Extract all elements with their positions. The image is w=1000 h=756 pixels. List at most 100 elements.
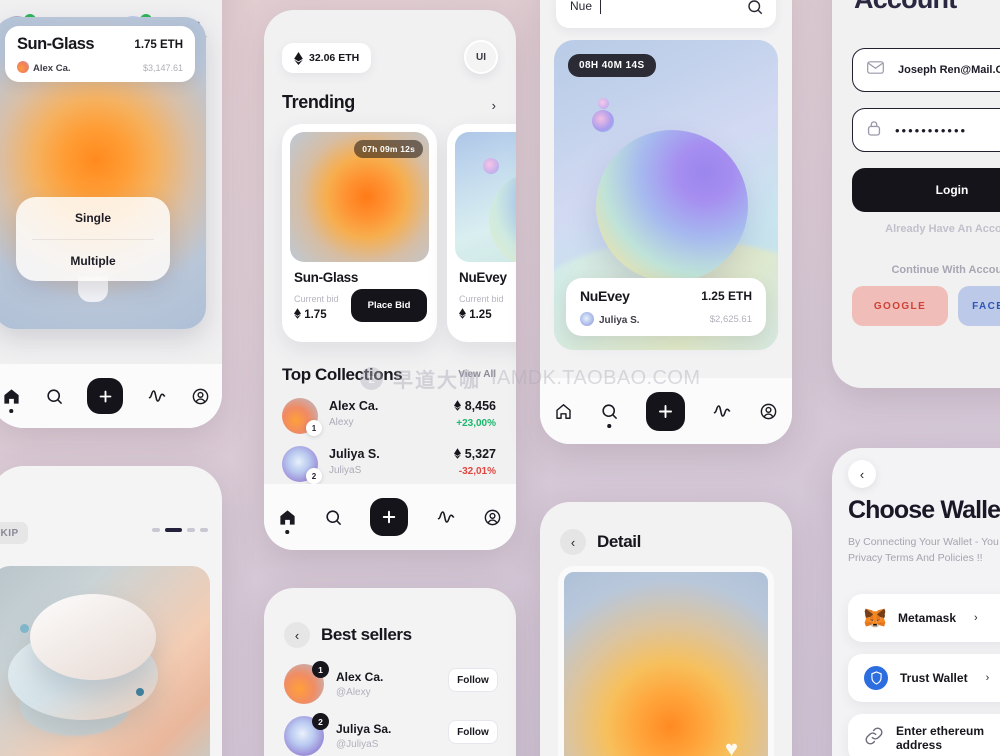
seller-row[interactable]: 1 Alex Ca. @Alexy Follow bbox=[284, 661, 498, 706]
pager-dot[interactable] bbox=[200, 528, 208, 532]
search-icon[interactable] bbox=[324, 508, 343, 527]
rank-badge: 2 bbox=[312, 713, 329, 730]
page-title: Account bbox=[854, 0, 957, 15]
nft-title: Sun-Glass bbox=[17, 35, 95, 53]
rank-badge: 2 bbox=[306, 468, 322, 484]
view-all-link[interactable]: View All bbox=[458, 369, 496, 380]
blob-upper bbox=[30, 594, 156, 680]
collection-row[interactable]: 2 Juliya S. JuliyaS 5,327 -32,01% bbox=[282, 446, 496, 486]
design-showcase-canvas: ✓ Alex Ca. $47,102.27 ✓ Juliya S. $31,10… bbox=[0, 0, 1000, 756]
like-icon[interactable]: ♥ bbox=[725, 736, 738, 756]
eth-icon bbox=[294, 308, 301, 319]
activity-icon[interactable] bbox=[712, 401, 732, 421]
search-icon[interactable] bbox=[45, 387, 64, 406]
option-multiple[interactable]: Multiple bbox=[16, 240, 170, 282]
page-title: Choose Wallet bbox=[848, 496, 1000, 524]
google-login-button[interactable]: GOOGLE bbox=[852, 286, 948, 326]
lock-icon bbox=[867, 120, 881, 141]
collection-change: +23,00% bbox=[456, 418, 496, 429]
profile-icon[interactable] bbox=[759, 402, 778, 421]
home-icon[interactable] bbox=[2, 387, 21, 413]
onboarding-pager[interactable] bbox=[152, 528, 208, 532]
pager-dot[interactable] bbox=[152, 528, 160, 532]
owner-name: Alex Ca. bbox=[33, 63, 71, 74]
search-icon[interactable] bbox=[746, 0, 764, 21]
email-value: Joseph Ren@Mail.Com bbox=[898, 64, 1000, 76]
nft-artwork: 07h 09m 12s bbox=[290, 132, 429, 262]
back-icon[interactable]: ‹ bbox=[284, 622, 310, 648]
search-icon[interactable] bbox=[600, 402, 619, 428]
password-field[interactable]: ••••••••••• bbox=[852, 108, 1000, 152]
nft-price: 1.25 ETH bbox=[701, 289, 752, 303]
mail-icon bbox=[867, 61, 884, 79]
have-account-link[interactable]: Already Have An Account bbox=[852, 223, 1000, 235]
sphere-shape bbox=[596, 130, 748, 282]
balance-value: 32.06 ETH bbox=[309, 52, 360, 64]
email-field[interactable]: Joseph Ren@Mail.Com bbox=[852, 48, 1000, 92]
bottom-nav bbox=[264, 484, 516, 550]
collection-name: Juliya S. bbox=[329, 447, 380, 461]
phone-detail: ‹ Detail ♥ bbox=[540, 502, 792, 756]
dot-accent bbox=[20, 624, 29, 633]
wallet-name: Metamask bbox=[898, 611, 957, 625]
option-single[interactable]: Single bbox=[16, 197, 170, 239]
follow-button[interactable]: Follow bbox=[448, 668, 498, 692]
home-icon[interactable] bbox=[554, 402, 573, 421]
seller-handle: @Alexy bbox=[336, 687, 371, 698]
pager-dot-active[interactable] bbox=[165, 528, 182, 532]
onboarding-illustration bbox=[0, 566, 210, 756]
create-type-popup: Single Multiple bbox=[16, 197, 170, 281]
header: ‹ Best sellers bbox=[284, 622, 412, 648]
search-input[interactable]: Nue bbox=[556, 0, 776, 28]
nft-info-panel: NuEvey 1.25 ETH Juliya S. $2,625.61 bbox=[566, 278, 766, 336]
owner-avatar bbox=[17, 61, 29, 73]
wallet-option-trust[interactable]: Trust Wallet › bbox=[848, 654, 1000, 702]
phone-onboarding: SKIP bbox=[0, 466, 222, 756]
trending-card-1[interactable]: 07h 09m 12s Sun-Glass Current bid 1.75 P… bbox=[282, 124, 437, 342]
nft-artwork[interactable]: ♥ bbox=[558, 566, 774, 756]
nft-owner: Juliya S. bbox=[580, 312, 640, 326]
nft-title: Sun-Glass bbox=[294, 270, 359, 285]
nft-price: 1.75 ETH bbox=[134, 38, 183, 51]
home-icon[interactable] bbox=[278, 508, 297, 534]
pager-dot[interactable] bbox=[187, 528, 195, 532]
countdown-badge: 07h 09m 12s bbox=[354, 140, 423, 158]
nft-title: NuEvey bbox=[580, 288, 630, 304]
bid-label: Current bid bbox=[459, 294, 504, 304]
wallet-name: Enter ethereum address bbox=[896, 724, 985, 752]
add-icon[interactable] bbox=[645, 391, 685, 431]
follow-button[interactable]: Follow bbox=[448, 720, 498, 744]
section-title-collections: Top Collections bbox=[282, 365, 403, 384]
password-value: ••••••••••• bbox=[895, 122, 968, 138]
skip-button[interactable]: SKIP bbox=[0, 522, 28, 544]
wallet-option-address[interactable]: Enter ethereum address bbox=[848, 714, 1000, 756]
header: ‹ Detail bbox=[560, 529, 641, 555]
place-bid-button[interactable]: Place Bid bbox=[351, 289, 427, 322]
profile-avatar-button[interactable]: UI bbox=[464, 40, 498, 74]
add-icon[interactable] bbox=[370, 498, 409, 536]
login-button[interactable]: Login bbox=[852, 168, 1000, 212]
sphere-shape bbox=[489, 172, 516, 262]
phone-home: 32.06 ETH UI Trending › 07h 09m 12s Sun-… bbox=[264, 10, 516, 550]
activity-icon[interactable] bbox=[436, 507, 456, 527]
back-icon[interactable]: ‹ bbox=[848, 460, 876, 488]
add-icon[interactable] bbox=[87, 378, 124, 414]
section-title-trending: Trending bbox=[282, 92, 355, 112]
back-icon[interactable]: ‹ bbox=[560, 529, 586, 555]
seller-row[interactable]: 2 Juliya Sa. @JuliyaS Follow bbox=[284, 713, 498, 756]
text-caret bbox=[600, 0, 601, 14]
eth-icon bbox=[459, 308, 466, 319]
owner-avatar bbox=[580, 312, 594, 326]
activity-icon[interactable] bbox=[147, 386, 167, 406]
collection-row[interactable]: 1 Alex Ca. Alexy 8,456 +23,00% bbox=[282, 398, 496, 438]
profile-icon[interactable] bbox=[191, 387, 210, 406]
facebook-login-button[interactable]: FACEBOOK bbox=[958, 286, 1000, 326]
wallet-option-metamask[interactable]: Metamask › bbox=[848, 594, 1000, 642]
chevron-right-icon[interactable]: › bbox=[492, 98, 496, 113]
active-dot bbox=[285, 530, 289, 534]
eth-icon bbox=[294, 51, 303, 65]
trending-card-2[interactable]: NuEvey Current bid 1.25 bbox=[447, 124, 516, 342]
profile-icon[interactable] bbox=[483, 508, 502, 527]
balance-pill[interactable]: 32.06 ETH bbox=[282, 43, 372, 73]
bid-number: 1.25 bbox=[469, 309, 492, 321]
